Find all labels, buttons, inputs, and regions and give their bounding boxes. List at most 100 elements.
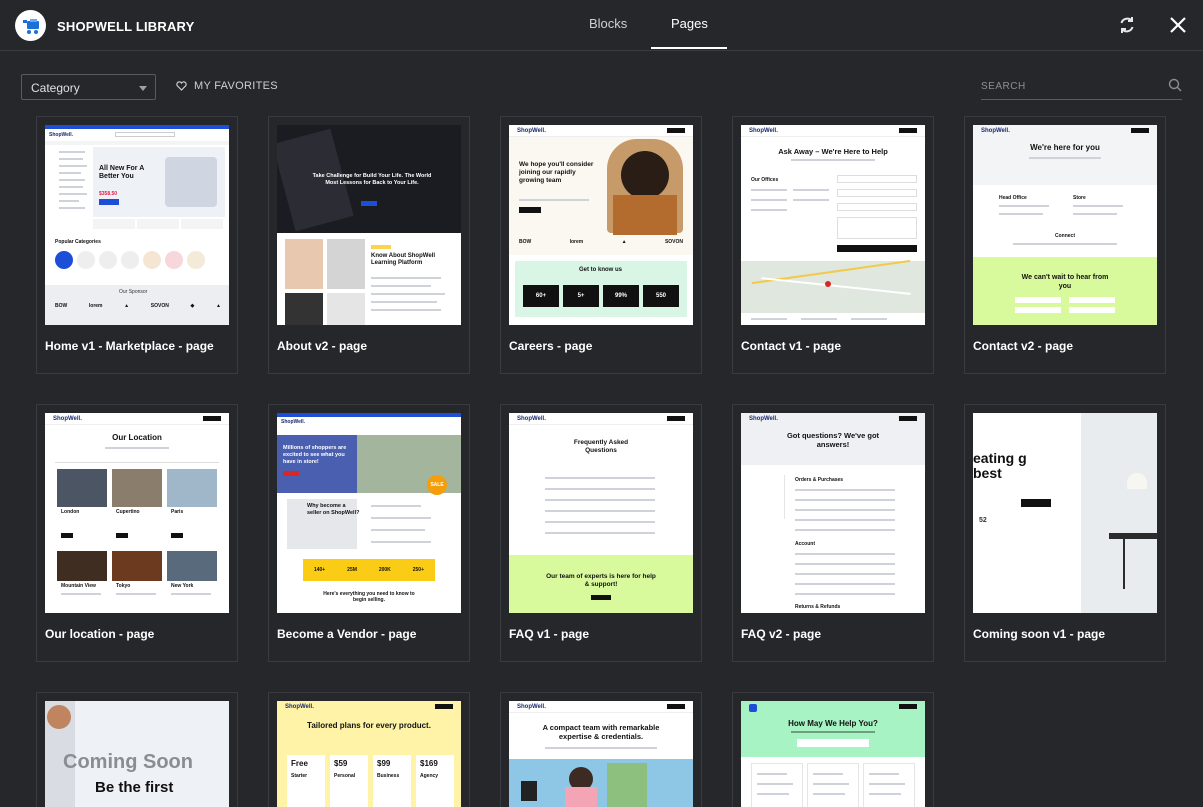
card-title: Coming soon v1 - page <box>973 627 1106 641</box>
thumb-stat: 60+ <box>523 285 559 307</box>
thumb-brand: ◆ <box>190 303 195 309</box>
tab-blocks[interactable]: Blocks <box>589 16 627 31</box>
template-thumbnail: ShopWell. Tailored plans for every produ… <box>277 701 461 807</box>
thumb-headline: We're here for you <box>1030 143 1100 152</box>
chevron-down-icon <box>139 86 147 91</box>
category-select[interactable]: Category <box>21 74 156 100</box>
thumb-headline: Coming Soon <box>63 751 193 773</box>
heart-icon <box>176 81 187 91</box>
template-card-home-v1[interactable]: ShopWell. All New For A Better You $358.… <box>36 116 238 374</box>
thumb-stat: 200K <box>378 567 391 573</box>
thumb-section: Our team of experts is here for help & s… <box>546 573 656 588</box>
template-card-faq-v1[interactable]: ShopWell. Frequently Asked Questions Our… <box>500 404 702 662</box>
template-thumbnail: eating g best 52 <box>973 413 1157 613</box>
thumb-brand: lorem <box>88 303 103 309</box>
template-thumbnail: ShopWell. Ask Away – We're Here to Help … <box>741 125 925 325</box>
thumb-headline: Ask Away – We're Here to Help <box>778 147 888 156</box>
template-card-contact-v2[interactable]: ShopWell. We're here for you Head Office… <box>964 116 1166 374</box>
thumb-plan-price: $169 <box>420 759 438 768</box>
search-box <box>981 76 1182 100</box>
thumb-headline: Tailored plans for every product. <box>307 721 431 730</box>
template-card-contact-v1[interactable]: ShopWell. Ask Away – We're Here to Help … <box>732 116 934 374</box>
thumb-section: We can't wait to hear from you <box>1021 274 1109 290</box>
card-title: About v2 - page <box>277 339 368 353</box>
template-card-our-location[interactable]: ShopWell. Our Location London Cupertino … <box>36 404 238 662</box>
thumb-plan-price: $99 <box>377 759 391 768</box>
template-card-help-center[interactable]: How May We Help You? <box>732 692 934 807</box>
template-thumbnail: Coming Soon Be the first <box>45 701 229 807</box>
my-favorites-label: MY FAVORITES <box>194 80 278 92</box>
template-card-team[interactable]: ShopWell. A compact team with remarkable… <box>500 692 702 807</box>
thumb-section: Our Offices <box>751 177 779 183</box>
library-title: SHOPWELL LIBRARY <box>57 19 195 34</box>
template-thumbnail: ShopWell. Frequently Asked Questions Our… <box>509 413 693 613</box>
thumb-label: Account <box>795 541 815 547</box>
thumb-plan-price: Free <box>291 759 308 768</box>
thumb-headline: Frequently Asked Questions <box>573 439 629 454</box>
thumb-section: Why become a seller on ShopWell? <box>307 503 360 516</box>
thumb-stat: 250+ <box>412 567 424 573</box>
thumb-brand: ▲ <box>216 303 221 309</box>
thumb-stat: 550 <box>643 285 679 307</box>
close-icon[interactable] <box>1167 14 1189 36</box>
category-select-value: Category <box>31 81 80 95</box>
thumb-headline: Millions of shoppers are excited to see … <box>283 445 347 465</box>
template-card-coming-soon-v1[interactable]: eating g best 52 Coming soon v1 - page <box>964 404 1166 662</box>
thumb-city: Paris <box>171 509 184 515</box>
card-title: Contact v2 - page <box>973 339 1074 353</box>
card-title: Home v1 - Marketplace - page <box>45 339 214 353</box>
template-thumbnail: How May We Help You? <box>741 701 925 807</box>
thumb-label: Connect <box>1055 233 1075 239</box>
template-thumbnail: ShopWell. Millions of shoppers are excit… <box>277 413 461 613</box>
thumb-brand: BOW <box>519 239 532 245</box>
thumb-section: Get to know us <box>579 267 623 273</box>
thumb-brand: ▲ <box>124 303 130 309</box>
thumb-brand: ▲ <box>621 239 627 245</box>
thumb-stat: 99% <box>603 285 639 307</box>
template-card-become-vendor[interactable]: ShopWell. Millions of shoppers are excit… <box>268 404 470 662</box>
thumb-stat: 5+ <box>563 285 599 307</box>
thumb-headline: All New For A Better You <box>99 165 144 180</box>
thumb-headline: A compact team with remarkable expertise… <box>542 723 660 741</box>
template-thumbnail: ShopWell. We hope you'll consider joinin… <box>509 125 693 325</box>
template-thumbnail: ShopWell. Got questions? We've got answe… <box>741 413 925 613</box>
template-card-pricing[interactable]: ShopWell. Tailored plans for every produ… <box>268 692 470 807</box>
thumb-city: Cupertino <box>116 509 140 515</box>
thumb-footer: Here's everything you need to know to be… <box>323 591 415 603</box>
thumb-price: $358.50 <box>99 191 118 197</box>
thumb-brand: BOW <box>55 303 68 309</box>
thumb-stat: 140+ <box>313 567 326 573</box>
thumb-plan-tier: Starter <box>291 773 308 779</box>
thumb-brand: SOVON <box>664 239 683 245</box>
template-card-coming-soon-v2[interactable]: Coming Soon Be the first <box>36 692 238 807</box>
card-title: FAQ v2 - page <box>741 627 822 641</box>
template-card-about-v2[interactable]: Take Challenge for Build Your Life. The … <box>268 116 470 374</box>
template-thumbnail: ShopWell. A compact team with remarkable… <box>509 701 693 807</box>
card-title: Become a Vendor - page <box>277 627 417 641</box>
thumb-label: Orders & Purchases <box>795 477 844 483</box>
template-card-faq-v2[interactable]: ShopWell. Got questions? We've got answe… <box>732 404 934 662</box>
thumb-headline: Take Challenge for Build Your Life. The … <box>312 173 432 186</box>
template-thumbnail: Take Challenge for Build Your Life. The … <box>277 125 461 325</box>
card-title: FAQ v1 - page <box>509 627 590 641</box>
thumb-section: Know About ShopWell Learning Platform <box>371 253 435 266</box>
thumb-label: Store <box>1073 195 1086 201</box>
thumb-headline: How May We Help You? <box>788 719 878 728</box>
thumb-subtext: Be the first <box>95 779 174 796</box>
card-title: Careers - page <box>509 339 593 353</box>
tab-pages[interactable]: Pages <box>671 16 708 31</box>
template-card-careers[interactable]: ShopWell. We hope you'll consider joinin… <box>500 116 702 374</box>
thumb-city: New York <box>171 583 194 589</box>
thumb-headline: Got questions? We've got answers! <box>786 431 880 449</box>
search-icon[interactable] <box>1168 78 1182 92</box>
my-favorites-link[interactable]: MY FAVORITES <box>176 80 278 92</box>
thumb-city: London <box>61 509 80 515</box>
search-input[interactable] <box>981 76 1151 97</box>
thumb-label: Returns & Refunds <box>795 604 841 610</box>
thumb-footer: Our Sponsor <box>119 289 148 295</box>
refresh-icon[interactable] <box>1116 14 1138 36</box>
thumb-plan-tier: Business <box>377 773 400 779</box>
top-bar: SHOPWELL LIBRARY Blocks Pages <box>0 0 1203 51</box>
template-thumbnail: ShopWell. Our Location London Cupertino … <box>45 413 229 613</box>
thumb-label: Head Office <box>999 195 1027 201</box>
